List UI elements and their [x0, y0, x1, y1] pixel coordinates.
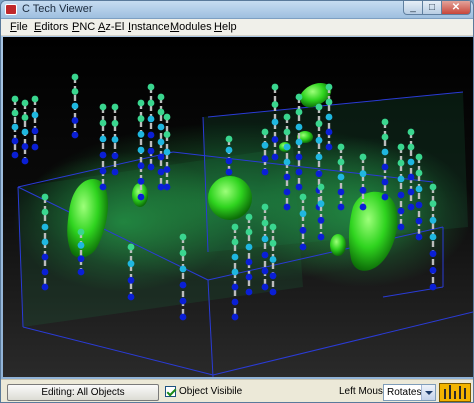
title-bar[interactable]: C Tech Viewer _ □ ✕: [1, 1, 473, 19]
menu-az-el[interactable]: Az-El: [98, 21, 124, 33]
window-title: C Tech Viewer: [22, 3, 93, 15]
menu-pnc[interactable]: PNC: [72, 21, 95, 33]
3d-viewport[interactable]: [3, 37, 473, 377]
menu-instance[interactable]: Instance: [128, 21, 170, 33]
borehole: [71, 73, 79, 139]
object-visible-label: Object Visibile: [179, 386, 243, 397]
borehole: [31, 95, 39, 151]
minimize-button[interactable]: _: [403, 1, 423, 15]
object-visible-checkbox[interactable]: [165, 386, 176, 397]
menu-bar: File Editors PNC Az-El Instance Modules …: [1, 19, 473, 36]
close-button[interactable]: ✕: [441, 1, 471, 15]
app-icon: [5, 4, 17, 15]
menu-modules[interactable]: Modules: [170, 21, 212, 33]
left-mouse-label: Left Mouse: [339, 386, 389, 397]
activity-indicator-icon: [439, 383, 471, 402]
borehole: [11, 95, 19, 159]
borehole: [21, 99, 29, 165]
left-mouse-mode-value: Rotates: [387, 387, 422, 398]
scene-canvas[interactable]: [3, 37, 473, 377]
editing-objects-button[interactable]: Editing: All Objects: [7, 384, 159, 401]
chevron-down-icon[interactable]: [421, 385, 435, 400]
app-window: C Tech Viewer _ □ ✕ File Editors PNC Az-…: [0, 0, 474, 403]
maximize-button[interactable]: □: [422, 1, 442, 15]
menu-editors[interactable]: Editors: [34, 21, 68, 33]
status-bar: Editing: All Objects Object Visibile Lef…: [1, 379, 473, 402]
menu-file[interactable]: File: [10, 21, 28, 33]
menu-help[interactable]: Help: [214, 21, 237, 33]
left-mouse-mode-select[interactable]: Rotates: [383, 384, 436, 401]
